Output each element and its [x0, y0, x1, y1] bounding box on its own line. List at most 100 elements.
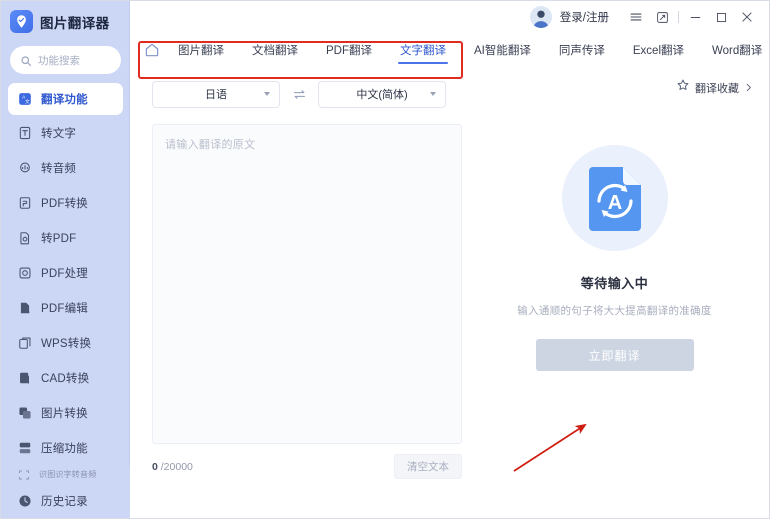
sidebar-item-label: 翻译功能	[41, 94, 88, 106]
hamburger-menu-icon[interactable]	[623, 4, 649, 30]
to-pdf-icon	[17, 230, 32, 245]
translate-icon: A 文	[17, 92, 32, 107]
language-selector-row: 日语 中文(简体)	[142, 72, 460, 116]
translate-now-button[interactable]: 立即翻译	[535, 339, 694, 371]
sidebar-item-label: 历史记录	[41, 495, 88, 508]
audio-convert-icon	[17, 160, 32, 175]
tab-ai-translate[interactable]: AI智能翻译	[460, 33, 545, 66]
result-pane: 翻译收藏 A 等待输入中 输入通顺的句子将大大提高翻译的准确度 立即翻译	[460, 66, 769, 518]
app-window: 图片翻译器 功能搜索 A 文 翻译功能 转文字 转音频 PDF转换 转PDF P…	[0, 0, 770, 519]
tab-word-translate[interactable]: Word翻译	[698, 33, 770, 66]
tab-simultaneous-interpretation[interactable]: 同声传译	[545, 33, 619, 66]
expand-window-icon[interactable]	[649, 4, 675, 30]
source-text-placeholder: 请输入翻译的原文	[165, 139, 256, 151]
sidebar-item-label: 转音频	[41, 162, 77, 175]
sidebar-item-image-convert[interactable]: 图片转换	[1, 395, 130, 430]
pdf-edit-icon	[17, 300, 32, 315]
sidebar-item-label: 转文字	[41, 127, 77, 140]
pdf-process-icon	[17, 265, 32, 280]
result-subtitle: 输入通顺的句子将大大提高翻译的准确度	[517, 305, 712, 317]
tab-image-translate[interactable]: 图片翻译	[164, 33, 238, 66]
app-title: 图片翻译器	[40, 15, 110, 31]
sidebar-item-label: 压缩功能	[41, 442, 88, 455]
source-language-value: 日语	[205, 89, 227, 101]
translation-favorites-label: 翻译收藏	[695, 82, 739, 95]
tab-label: PDF翻译	[326, 44, 372, 57]
sidebar-item-cad-convert[interactable]: CAD转换	[1, 360, 130, 395]
sidebar-footer: 识图识字转音频 历史记录	[1, 466, 130, 518]
target-language-select[interactable]: 中文(简体)	[318, 80, 446, 108]
source-pane: 日语 中文(简体) 请输入翻译的原文 0 /20000 清空文本	[130, 66, 462, 518]
sidebar-item-pdf-process[interactable]: PDF处理	[1, 255, 130, 290]
sidebar-item-label: PDF转换	[41, 197, 88, 210]
tab-pdf-translate[interactable]: PDF翻译	[312, 33, 386, 66]
text-convert-icon	[17, 125, 32, 140]
star-icon	[676, 78, 690, 97]
chevron-right-icon	[744, 79, 753, 97]
image-convert-icon	[17, 405, 32, 420]
sidebar-item-label: 图片转换	[41, 407, 88, 420]
sidebar-item-to-audio[interactable]: 转音频	[1, 150, 130, 185]
sidebar-item-translate[interactable]: A 文 翻译功能	[8, 83, 123, 115]
svg-text:A: A	[607, 192, 621, 214]
source-text-input[interactable]: 请输入翻译的原文	[152, 124, 462, 444]
history-clock-icon	[17, 493, 32, 508]
ocr-icon	[17, 468, 30, 481]
tab-label: 文档翻译	[252, 44, 298, 57]
tab-label: Word翻译	[712, 44, 763, 57]
close-icon[interactable]	[734, 4, 760, 30]
sidebar: 图片翻译器 功能搜索 A 文 翻译功能 转文字 转音频 PDF转换 转PDF P…	[1, 1, 130, 518]
result-title: 等待输入中	[580, 276, 649, 291]
sidebar-item-wps-convert[interactable]: WPS转换	[1, 325, 130, 360]
sidebar-item-pdf-edit[interactable]: PDF编辑	[1, 290, 130, 325]
search-placeholder: 功能搜索	[38, 54, 80, 67]
minimize-icon[interactable]	[682, 4, 708, 30]
source-language-select[interactable]: 日语	[152, 80, 280, 108]
maximize-icon[interactable]	[708, 4, 734, 30]
sidebar-item-ocr[interactable]: 识图识字转音频	[1, 466, 130, 483]
search-input[interactable]: 功能搜索	[10, 46, 121, 74]
sidebar-item-label: PDF处理	[41, 267, 88, 280]
home-icon[interactable]	[144, 33, 160, 66]
sidebar-item-label: 识图识字转音频	[39, 470, 97, 479]
character-count-current: 0	[152, 460, 158, 473]
main-area: 登录/注册 图片翻译 文档翻译 PDF翻译 文字翻译 AI智能翻译 同声传译 E…	[130, 1, 769, 518]
sidebar-item-label: PDF编辑	[41, 302, 88, 315]
sidebar-item-pdf-convert[interactable]: PDF转换	[1, 185, 130, 220]
sidebar-nav: A 文 翻译功能 转文字 转音频 PDF转换 转PDF PDF处理 PDF编辑 …	[1, 83, 130, 518]
sidebar-item-history[interactable]: 历史记录	[1, 483, 130, 518]
svg-text:文: 文	[25, 98, 30, 105]
tab-bar: 图片翻译 文档翻译 PDF翻译 文字翻译 AI智能翻译 同声传译 Excel翻译…	[130, 33, 769, 66]
sidebar-item-compress[interactable]: 压缩功能	[1, 430, 130, 465]
empty-state: A 等待输入中 输入通顺的句子将大大提高翻译的准确度 立即翻译	[517, 145, 711, 371]
document-translate-icon: A	[561, 145, 668, 251]
titlebar-divider	[678, 11, 679, 23]
swap-languages-button[interactable]	[280, 87, 318, 102]
tab-label: 同声传译	[558, 44, 605, 57]
tab-text-translate[interactable]: 文字翻译	[386, 33, 460, 66]
sidebar-item-to-pdf[interactable]: 转PDF	[1, 220, 130, 255]
clear-text-button[interactable]: 清空文本	[394, 454, 462, 479]
wps-convert-icon	[17, 335, 32, 350]
tab-label: 文字翻译	[400, 44, 446, 57]
pdf-convert-icon	[17, 195, 32, 210]
sidebar-item-label: 转PDF	[41, 232, 77, 245]
title-bar: 登录/注册	[130, 1, 769, 33]
tab-excel-translate[interactable]: Excel翻译	[619, 33, 698, 66]
character-count-max: /20000	[160, 460, 193, 473]
search-icon	[20, 54, 32, 67]
translation-favorites-link[interactable]: 翻译收藏	[676, 78, 753, 97]
editor-footer: 0 /20000 清空文本	[152, 454, 462, 479]
translate-now-label: 立即翻译	[588, 348, 641, 363]
sidebar-item-label: CAD转换	[41, 372, 90, 385]
sidebar-item-label: WPS转换	[41, 337, 92, 350]
sidebar-item-to-text[interactable]: 转文字	[1, 115, 130, 150]
login-register-link[interactable]: 登录/注册	[560, 9, 609, 25]
tab-label: 图片翻译	[178, 44, 224, 57]
tab-document-translate[interactable]: 文档翻译	[238, 33, 312, 66]
cad-convert-icon	[17, 370, 32, 385]
brand: 图片翻译器	[1, 1, 130, 42]
avatar[interactable]	[529, 6, 552, 28]
tab-label: AI智能翻译	[474, 44, 531, 57]
content-body: 日语 中文(简体) 请输入翻译的原文 0 /20000 清空文本 翻译收藏 A …	[130, 66, 769, 518]
